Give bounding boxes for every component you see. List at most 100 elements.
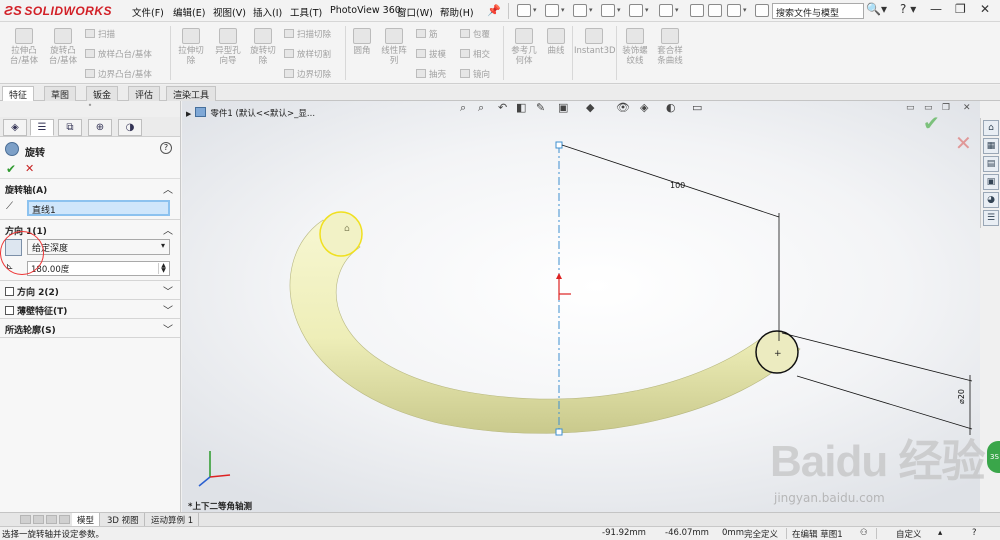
tile-view-icon[interactable]: ▭ [906, 103, 915, 113]
view-settings-icon[interactable]: ▭ [692, 101, 702, 114]
dimension-value-100[interactable]: 100 [670, 181, 685, 190]
design-library-icon[interactable]: ▦ [983, 138, 999, 154]
previous-view-icon[interactable]: ↶ [498, 101, 507, 114]
axis-group-header[interactable]: 旋转轴(A) ︿ [0, 179, 180, 197]
profile-end-face[interactable] [319, 211, 363, 257]
axis-endpoint-handle[interactable] [555, 141, 563, 149]
chevron-down-icon[interactable]: ▾ [675, 6, 679, 14]
tab-evaluate[interactable]: 评估 [128, 86, 161, 101]
file-explorer-icon[interactable]: ▤ [983, 156, 999, 172]
selected-contours-group-header[interactable]: 所选轮廓(S) ﹀ [0, 319, 180, 337]
zoom-area-icon[interactable]: ⌕ [478, 101, 484, 115]
solidworks-logo[interactable]: ƧS SOLIDWORKS [4, 3, 112, 18]
menu-window[interactable]: 窗口(W) [397, 5, 433, 19]
extrude-boss-button[interactable]: 拉伸凸 台/基体 [6, 28, 42, 66]
end-condition-select[interactable]: 给定深度 ▾ [27, 239, 170, 255]
tab-motion-study[interactable]: 运动算例 1 [146, 513, 200, 527]
restore-window-button[interactable]: ❐ [955, 2, 966, 16]
help-menu-button[interactable]: ? ▾ [900, 2, 916, 16]
draft-button[interactable]: 拔模 [416, 48, 446, 60]
tab-render-tools[interactable]: 渲染工具 [166, 86, 217, 101]
pin-icon[interactable]: 📌 [487, 4, 501, 17]
tab-sheet-metal[interactable]: 钣金 [86, 86, 119, 101]
reference-geometry-button[interactable]: 参考几 何体 [507, 28, 541, 66]
loft-boss-button[interactable]: 放样凸台/基体 [85, 48, 152, 60]
direction2-checkbox[interactable] [5, 287, 14, 296]
sweep-button[interactable]: 扫描 [85, 28, 115, 40]
linear-dimension-100[interactable]: 100 [561, 144, 780, 341]
edit-appearance-icon[interactable]: ◈ [640, 101, 648, 114]
fillet-button[interactable]: 圆角 [348, 28, 376, 56]
cosmetic-thread-button[interactable]: 装饰螺 纹线 [619, 28, 651, 66]
chevron-up-icon[interactable]: ︿ [163, 222, 173, 237]
chevron-down-icon[interactable]: ﹀ [163, 321, 173, 336]
close-view-button[interactable]: ✕ [963, 103, 971, 113]
search-input[interactable]: 搜索文件与模型 [772, 3, 864, 19]
mirror-button[interactable]: 镜向 [460, 68, 490, 80]
menu-photoview[interactable]: PhotoView 360 [330, 5, 401, 16]
menu-file[interactable]: 文件(F) [132, 5, 164, 19]
instant3d-button[interactable]: Instant3D [574, 28, 616, 56]
chevron-down-icon[interactable]: ▾ [645, 6, 649, 14]
configuration-tab[interactable]: ⧉ [58, 119, 82, 136]
tab-model[interactable]: 模型 [72, 513, 101, 527]
undo-icon[interactable] [629, 4, 643, 17]
open-folder-icon[interactable] [545, 4, 559, 17]
options-gear-icon[interactable] [727, 4, 741, 17]
model-view[interactable]: ⌂ + 100 ⌀20 [182, 101, 980, 512]
direction1-group-header[interactable]: 方向 1(1) ︿ [0, 220, 180, 238]
print-icon[interactable] [601, 4, 615, 17]
panel-grip[interactable]: • [0, 101, 180, 117]
linear-pattern-button[interactable]: 线性阵 列 [378, 28, 410, 66]
hide-show-items-icon[interactable]: 👁 [616, 101, 630, 114]
curves-button[interactable]: 曲线 [543, 28, 569, 56]
next-tab-icon[interactable] [46, 515, 57, 524]
boundary-cut-button[interactable]: 边界切除 [284, 68, 331, 80]
feature-tree-tab[interactable]: ◈ [3, 119, 27, 136]
revolve-boss-button[interactable]: 旋转凸 台/基体 [45, 28, 81, 66]
confirm-ok-icon[interactable]: ✔ [923, 111, 940, 135]
view-palette-icon[interactable]: ▣ [983, 174, 999, 190]
zoom-to-fit-icon[interactable]: ⌕ [460, 101, 466, 115]
confirm-cancel-icon[interactable]: ✕ [955, 131, 972, 155]
view-orientation-icon[interactable]: ▣ [558, 101, 568, 114]
tab-3d-views[interactable]: 3D 视图 [102, 513, 145, 527]
hole-wizard-button[interactable]: 异型孔 向导 [210, 28, 246, 66]
menu-edit[interactable]: 编辑(E) [173, 5, 205, 19]
search-icon[interactable]: 🔍▾ [866, 2, 892, 19]
intersect-button[interactable]: 相交 [460, 48, 490, 60]
chevron-down-icon[interactable]: ▾ [743, 6, 747, 14]
boundary-boss-button[interactable]: 边界凸台/基体 [85, 68, 152, 80]
dynamic-annotation-icon[interactable]: ✎ [536, 101, 545, 114]
chevron-down-icon[interactable]: ▾ [617, 6, 621, 14]
reverse-direction-icon[interactable] [5, 239, 22, 256]
custom-properties-icon[interactable]: ☰ [983, 210, 999, 226]
rebuild-icon[interactable] [690, 4, 704, 17]
close-window-button[interactable]: ✕ [980, 2, 990, 16]
menu-insert[interactable]: 插入(I) [253, 5, 282, 19]
save-icon[interactable] [573, 4, 587, 17]
menu-view[interactable]: 视图(V) [213, 5, 246, 19]
prev-tab-icon[interactable] [33, 515, 44, 524]
direction2-group-header[interactable]: 方向 2(2) ﹀ [0, 281, 180, 299]
revolved-body[interactable] [289, 219, 801, 434]
ok-button[interactable]: ✔ [6, 162, 16, 176]
chevron-right-icon[interactable]: ▶ [186, 110, 191, 118]
chevron-down-icon[interactable]: ▾ [561, 6, 565, 14]
restore-view-button[interactable]: ❐ [942, 103, 950, 113]
graphics-area[interactable]: ⌂ + 100 ⌀20 ▶ 零件1 (默认<<默认>_显... ⌕ ⌕ ↶ ◧ … [182, 101, 980, 512]
appearances-icon[interactable]: ◕ [983, 192, 999, 208]
lofted-cut-button[interactable]: 放样切割 [284, 48, 331, 60]
rebuild-status-icon[interactable]: ⚇ [860, 528, 868, 538]
first-tab-icon[interactable] [20, 515, 31, 524]
home-icon[interactable]: ⌂ [983, 120, 999, 136]
select-arrow-icon[interactable] [659, 4, 673, 17]
minimize-window-button[interactable]: — [930, 2, 942, 16]
chevron-down-icon[interactable]: ﹀ [163, 302, 173, 317]
new-document-icon[interactable] [517, 4, 531, 17]
swept-cut-button[interactable]: 扫描切除 [284, 28, 331, 40]
fit-spline-button[interactable]: 套合样 条曲线 [653, 28, 687, 66]
unit-system-select[interactable]: 自定义 [896, 528, 922, 540]
thin-feature-checkbox[interactable] [5, 306, 14, 315]
customize-icon[interactable] [755, 4, 769, 17]
